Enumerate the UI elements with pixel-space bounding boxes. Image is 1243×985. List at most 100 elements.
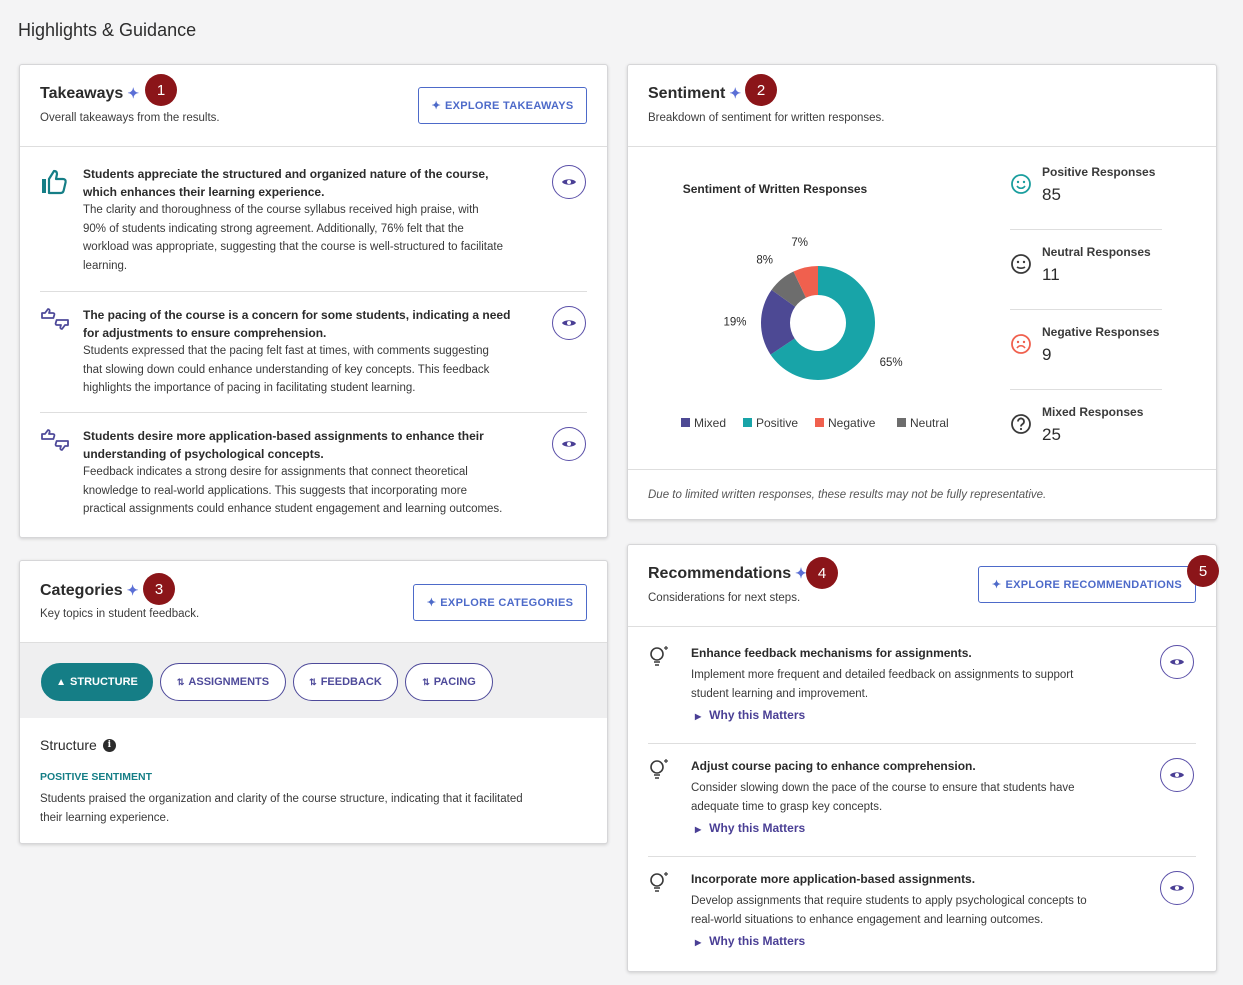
lightbulb-icon [650, 872, 668, 892]
explore-recommendations-button[interactable]: ✦ EXPLORE RECOMMENDATIONS [978, 566, 1196, 603]
sentiment-label: POSITIVE SENTIMENT [40, 771, 153, 783]
slice-label: 8% [756, 254, 773, 266]
eye-icon [562, 320, 576, 326]
category-detail-title: Structure i [40, 737, 116, 753]
lightbulb-icon [650, 759, 668, 779]
eye-icon [1170, 772, 1184, 778]
divider [648, 743, 1196, 744]
stat-label: Positive Responses [1042, 165, 1156, 179]
thumbs-up-icon: ▲ [56, 676, 67, 688]
chip-pacing[interactable]: ⇅ PACING [405, 663, 493, 701]
stat-neutral-responses: Neutral Responses 11 [1010, 245, 1166, 315]
recommendation-title: Enhance feedback mechanisms for assignme… [691, 646, 972, 660]
caret-right-icon: ▶ [695, 938, 702, 947]
lightbulb-icon [650, 646, 668, 666]
why-this-matters-toggle[interactable]: ▶ Why this Matters [691, 934, 1121, 948]
category-chips-bar: ▲ STRUCTURE ⇅ ASSIGNMENTS ⇅ FEEDBACK ⇅ PACIN… [20, 643, 607, 718]
legend-swatch [681, 418, 690, 427]
view-recommendation-button[interactable] [1160, 645, 1194, 679]
takeaway-title: Students appreciate the structured and o… [83, 167, 489, 199]
category-detail-text: Students praised the organization and cl… [40, 793, 523, 824]
sparkle-icon: ✦ [991, 579, 1002, 591]
categories-card: Categories ✦ Key topics in student feedba… [19, 560, 608, 844]
explore-categories-button[interactable]: ✦ EXPLORE CATEGORIES [413, 584, 587, 621]
eye-icon [562, 441, 576, 447]
neutral-face-icon [1010, 253, 1032, 275]
view-takeaway-button[interactable] [552, 165, 586, 199]
recommendation-title: Adjust course pacing to enhance comprehe… [691, 759, 976, 773]
divider [40, 412, 587, 413]
why-this-matters-toggle[interactable]: ▶ Why this Matters [691, 821, 1121, 835]
recommendations-card: Recommendations ✦ Considerations for next… [627, 544, 1217, 972]
annotation-marker: 3 [143, 573, 175, 605]
stat-label: Neutral Responses [1042, 245, 1151, 259]
sparkle-icon: ✦ [426, 597, 437, 609]
recommendations-header: Recommendations ✦ Considerations for next… [628, 545, 1216, 627]
thumbs-mixed-icon: ⇅ [176, 676, 185, 687]
annotation-marker: 2 [745, 74, 777, 106]
takeaways-header: Takeaways ✦ Overall takeaways from the re… [20, 65, 607, 147]
sentiment-donut-chart: Sentiment of Written Responses 65% 19% 8% 7… [681, 182, 949, 430]
legend-swatch [743, 418, 752, 427]
recommendation-title: Incorporate more application-based assig… [691, 872, 976, 886]
stat-label: Negative Responses [1042, 325, 1160, 339]
legend-label: Mixed [694, 416, 726, 430]
why-this-matters-toggle[interactable]: ▶ Why this Matters [691, 708, 1121, 722]
explore-takeaways-button[interactable]: ✦ EXPLORE TAKEAWAYS [418, 87, 587, 124]
caret-right-icon: ▶ [695, 712, 702, 721]
sparkle-icon: ✦ [729, 85, 742, 101]
slice-label: 19% [723, 317, 746, 329]
view-takeaway-button[interactable] [552, 306, 586, 340]
legend-label: Positive [756, 416, 798, 430]
legend-item-neutral: Neutral [897, 416, 949, 430]
stat-positive-responses: Positive Responses 85 [1010, 165, 1166, 235]
stat-value: 25 [1042, 425, 1061, 444]
thumbs-mixed-icon [41, 429, 69, 451]
thumbs-mixed-icon: ⇅ [309, 676, 317, 687]
recommendation-body: Consider slowing down the pace of the co… [691, 782, 1075, 813]
annotation-marker: 5 [1187, 555, 1219, 587]
annotation-marker: 1 [145, 74, 177, 106]
recommendation-body: Develop assignments that require student… [691, 895, 1087, 926]
divider [40, 291, 587, 292]
frown-icon [1010, 333, 1032, 355]
caret-right-icon: ▶ [695, 825, 702, 834]
view-recommendation-button[interactable] [1160, 758, 1194, 792]
categories-title: Categories [40, 582, 123, 599]
chip-assignments[interactable]: ⇅ ASSIGNMENTS [160, 663, 286, 701]
recommendation-item: Enhance feedback mechanisms for assignme… [648, 645, 1196, 740]
chip-feedback[interactable]: ⇅ FEEDBACK [293, 663, 398, 701]
legend-swatch [815, 418, 824, 427]
eye-icon [1170, 659, 1184, 665]
divider [1010, 309, 1162, 310]
slice-label: 7% [791, 237, 808, 249]
takeaway-body: Feedback indicates a strong desire for a… [83, 466, 503, 515]
annotation-marker: 4 [806, 557, 838, 589]
smile-icon [1010, 173, 1032, 195]
thumbs-mixed-icon [41, 308, 69, 330]
takeaway-body: Students expressed that the pacing felt … [83, 345, 490, 394]
sparkle-icon: ✦ [431, 100, 441, 112]
stat-negative-responses: Negative Responses 9 [1010, 325, 1166, 395]
divider [1010, 389, 1162, 390]
recommendations-title: Recommendations [648, 565, 792, 582]
sentiment-header: Sentiment ✦ Breakdown of sentiment for wr… [628, 65, 1216, 147]
stat-value: 9 [1042, 345, 1052, 364]
takeaway-title: Students desire more application-based a… [83, 429, 484, 461]
thumbs-mixed-icon: ⇅ [422, 676, 430, 687]
view-takeaway-button[interactable] [552, 427, 586, 461]
recommendation-item: Incorporate more application-based assig… [648, 871, 1196, 966]
stat-value: 85 [1042, 185, 1061, 204]
takeaways-title: Takeaways [40, 85, 124, 102]
legend-item-mixed: Mixed [681, 416, 726, 430]
stat-mixed-responses: Mixed Responses 25 [1010, 405, 1166, 475]
legend-label: Neutral [910, 416, 949, 430]
legend-item-positive: Positive [743, 416, 798, 430]
sparkle-icon: ✦ [126, 582, 139, 598]
question-icon [1010, 413, 1032, 435]
info-icon[interactable]: i [102, 738, 116, 752]
sentiment-title: Sentiment [648, 85, 726, 102]
thumbs-up-icon [42, 169, 67, 195]
view-recommendation-button[interactable] [1160, 871, 1194, 905]
chip-structure[interactable]: ▲ STRUCTURE [41, 663, 153, 701]
